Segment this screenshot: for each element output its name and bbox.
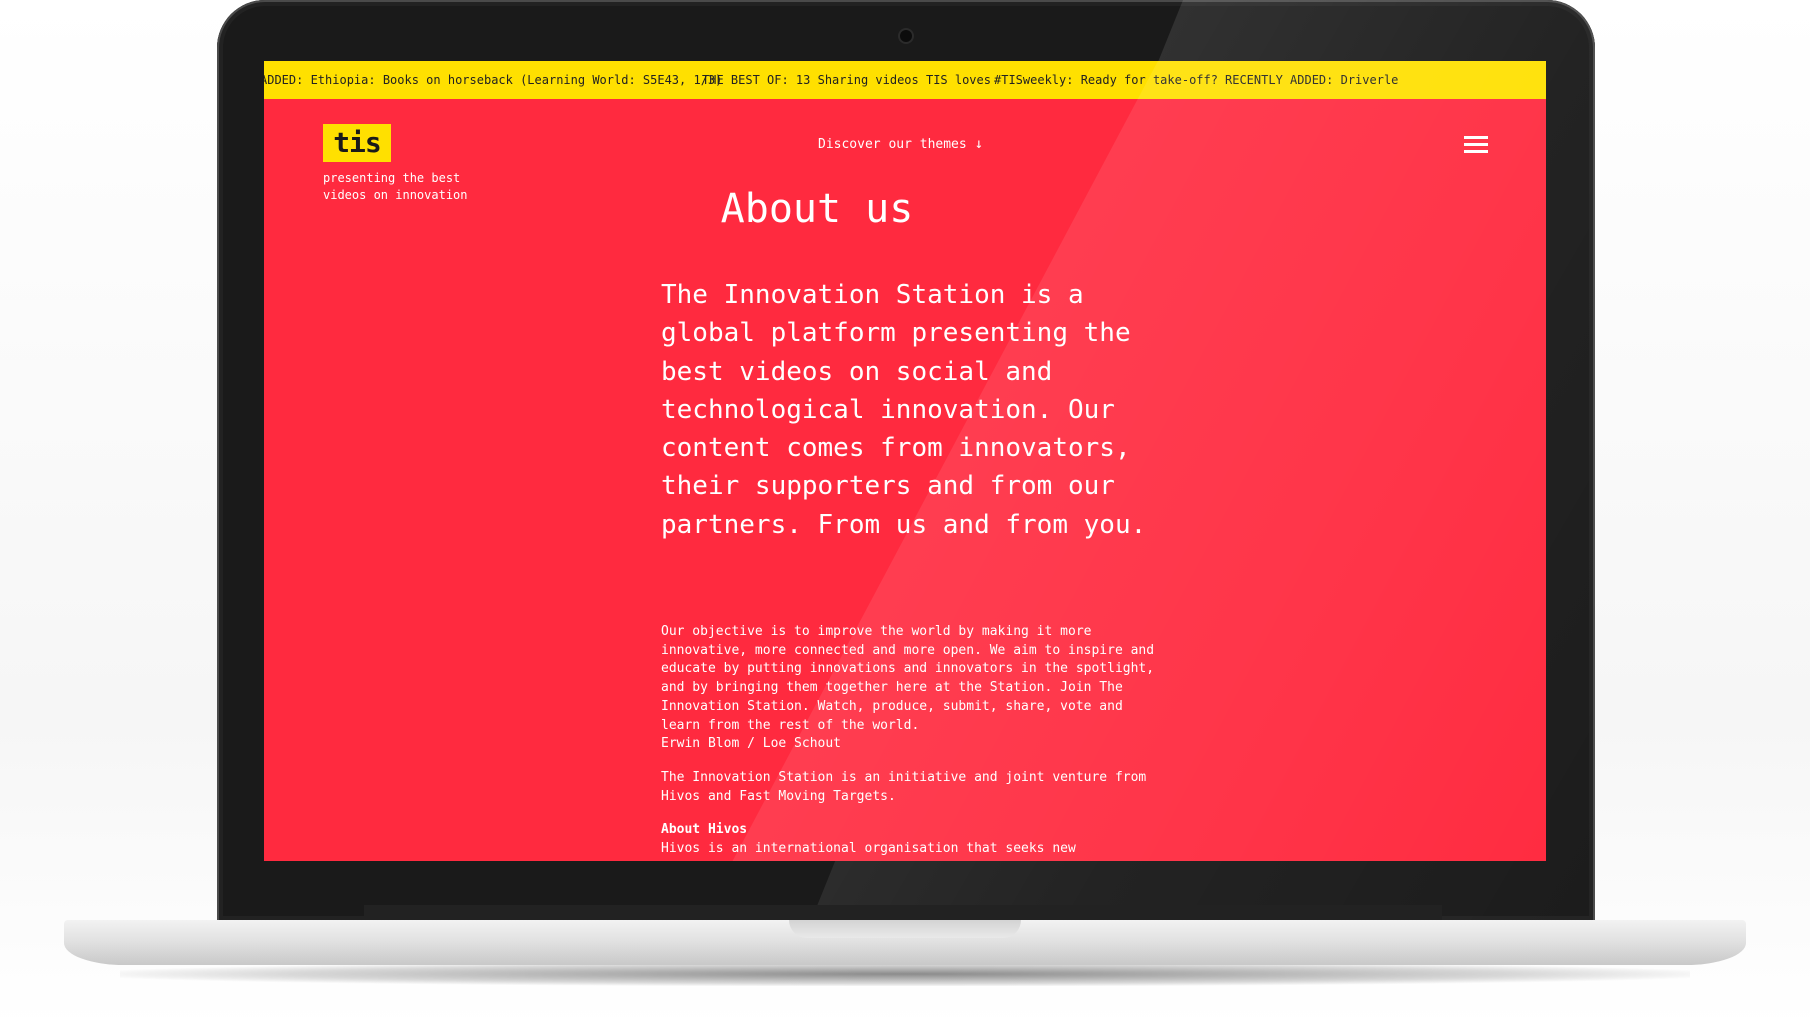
tagline-line: videos on innovation	[323, 188, 468, 202]
objective-text: Our objective is to improve the world by…	[661, 624, 1155, 733]
arrow-down-icon: ↓	[974, 136, 984, 152]
initiative-paragraph: The Innovation Station is an initiative …	[661, 769, 1147, 804]
laptop-mockup: ADDED: Ethiopia: Books on horseback (Lea…	[0, 0, 1810, 1028]
discover-themes-label: Discover our themes	[818, 137, 967, 152]
page-title: About us	[720, 186, 914, 232]
signature: Erwin Blom / Loe Schout	[661, 736, 842, 752]
objective-paragraph: Our objective is to improve the world by…	[661, 623, 1166, 754]
browser-screen: ADDED: Ethiopia: Books on horseback (Lea…	[264, 61, 1546, 861]
discover-themes-link[interactable]: Discover our themes ↓	[818, 135, 983, 154]
laptop-notch	[789, 920, 1021, 938]
news-ticker: ADDED: Ethiopia: Books on horseback (Lea…	[264, 61, 1546, 99]
about-hivos-section: About Hivos Hivos is an international org…	[661, 821, 1166, 858]
site-tagline: presenting the best videos on innovation	[323, 170, 503, 204]
tagline-line: presenting the best	[323, 171, 461, 185]
site-logo[interactable]: tis	[323, 124, 391, 162]
ticker-item[interactable]: RECENTLY ADDED: Driverle	[1225, 61, 1398, 99]
hamburger-menu-icon[interactable]	[1464, 136, 1488, 154]
about-hivos-text: Hivos is an international organisation t…	[661, 841, 1076, 857]
ticker-item[interactable]: ADDED: Ethiopia: Books on horseback (Lea…	[264, 61, 722, 99]
ticker-item[interactable]: #TISweekly: Ready for take-off?	[994, 61, 1218, 99]
laptop-shadow	[120, 962, 1690, 986]
about-body: Our objective is to improve the world by…	[661, 623, 1166, 861]
ticker-item[interactable]: THE BEST OF: 13 Sharing videos TIS loves	[702, 61, 991, 99]
webcam-icon	[900, 30, 912, 42]
lead-paragraph: The Innovation Station is a global platf…	[661, 280, 1147, 540]
about-hivos-heading: About Hivos	[661, 822, 748, 838]
